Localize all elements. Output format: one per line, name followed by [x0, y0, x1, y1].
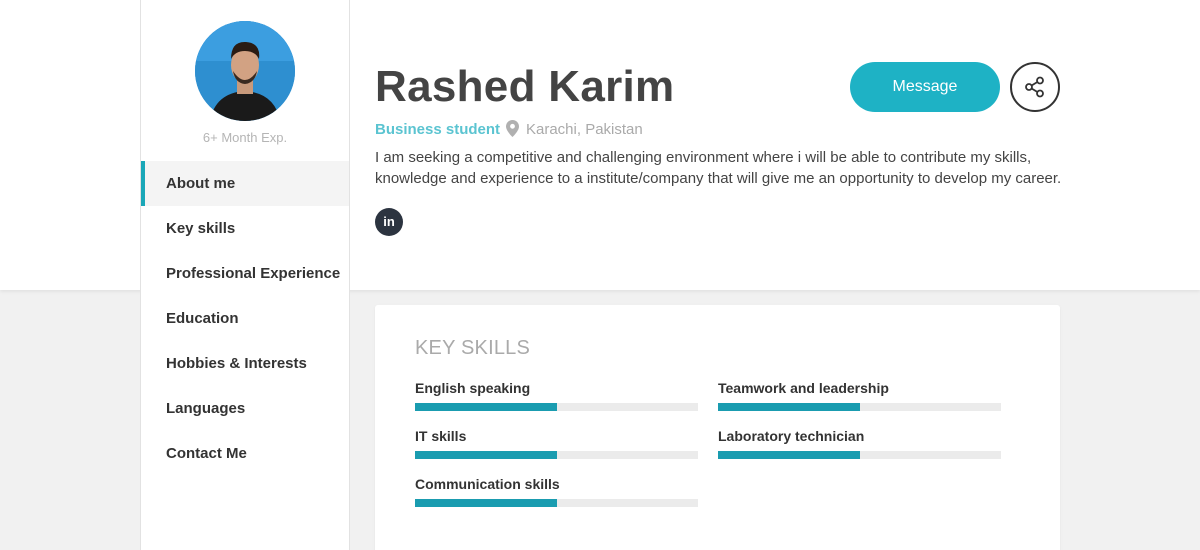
profile-role: Business student	[375, 121, 501, 138]
experience-label: 6+ Month Exp.	[202, 130, 288, 145]
skill-bar-track	[415, 499, 698, 507]
key-skills-card: KEY SKILLS English speaking Teamwork and…	[375, 305, 1060, 550]
sidebar-item-education[interactable]: Education	[141, 296, 349, 341]
sidebar-item-hobbies-interests[interactable]: Hobbies & Interests	[141, 341, 349, 386]
sidebar-nav: About me Key skills Professional Experie…	[141, 161, 349, 476]
skill-bar-track	[718, 451, 1001, 459]
skill-name: Laboratory technician	[718, 428, 865, 444]
skill-name: IT skills	[415, 428, 467, 444]
linkedin-icon[interactable]: in	[375, 208, 403, 236]
skill-name: Communication skills	[415, 476, 560, 492]
location-pin-icon	[506, 120, 519, 142]
skill-bar-fill	[415, 451, 557, 459]
skill-name: English speaking	[415, 380, 531, 396]
share-button[interactable]	[1010, 62, 1060, 112]
sidebar: 6+ Month Exp. About me Key skills Profes…	[140, 0, 350, 550]
share-icon	[1025, 76, 1044, 98]
key-skills-title: KEY SKILLS	[415, 337, 531, 359]
sidebar-item-key-skills[interactable]: Key skills	[141, 206, 349, 251]
profile-location: Karachi, Pakistan	[526, 121, 643, 138]
skill-item: Teamwork and leadership	[718, 380, 1001, 411]
skill-bar-track	[718, 403, 1001, 411]
sidebar-item-about-me[interactable]: About me	[141, 161, 349, 206]
sidebar-item-languages[interactable]: Languages	[141, 386, 349, 431]
skill-name: Teamwork and leadership	[718, 380, 889, 396]
skill-bar-fill	[718, 451, 860, 459]
skill-item: IT skills	[415, 428, 698, 459]
skill-bar-fill	[415, 499, 557, 507]
avatar	[195, 21, 295, 121]
skill-bar-track	[415, 403, 698, 411]
skill-item: Laboratory technician	[718, 428, 1001, 459]
sidebar-item-professional-experience[interactable]: Professional Experience	[141, 251, 349, 296]
skill-bar-track	[415, 451, 698, 459]
message-button[interactable]: Message	[850, 62, 1000, 112]
profile-name: Rashed Karim	[375, 62, 675, 111]
skill-item: English speaking	[415, 380, 698, 411]
skill-item: Communication skills	[415, 476, 698, 507]
skill-bar-fill	[415, 403, 557, 411]
sidebar-item-contact-me[interactable]: Contact Me	[141, 431, 349, 476]
profile-about-text: I am seeking a competitive and challengi…	[375, 149, 1062, 187]
skill-bar-fill	[718, 403, 860, 411]
